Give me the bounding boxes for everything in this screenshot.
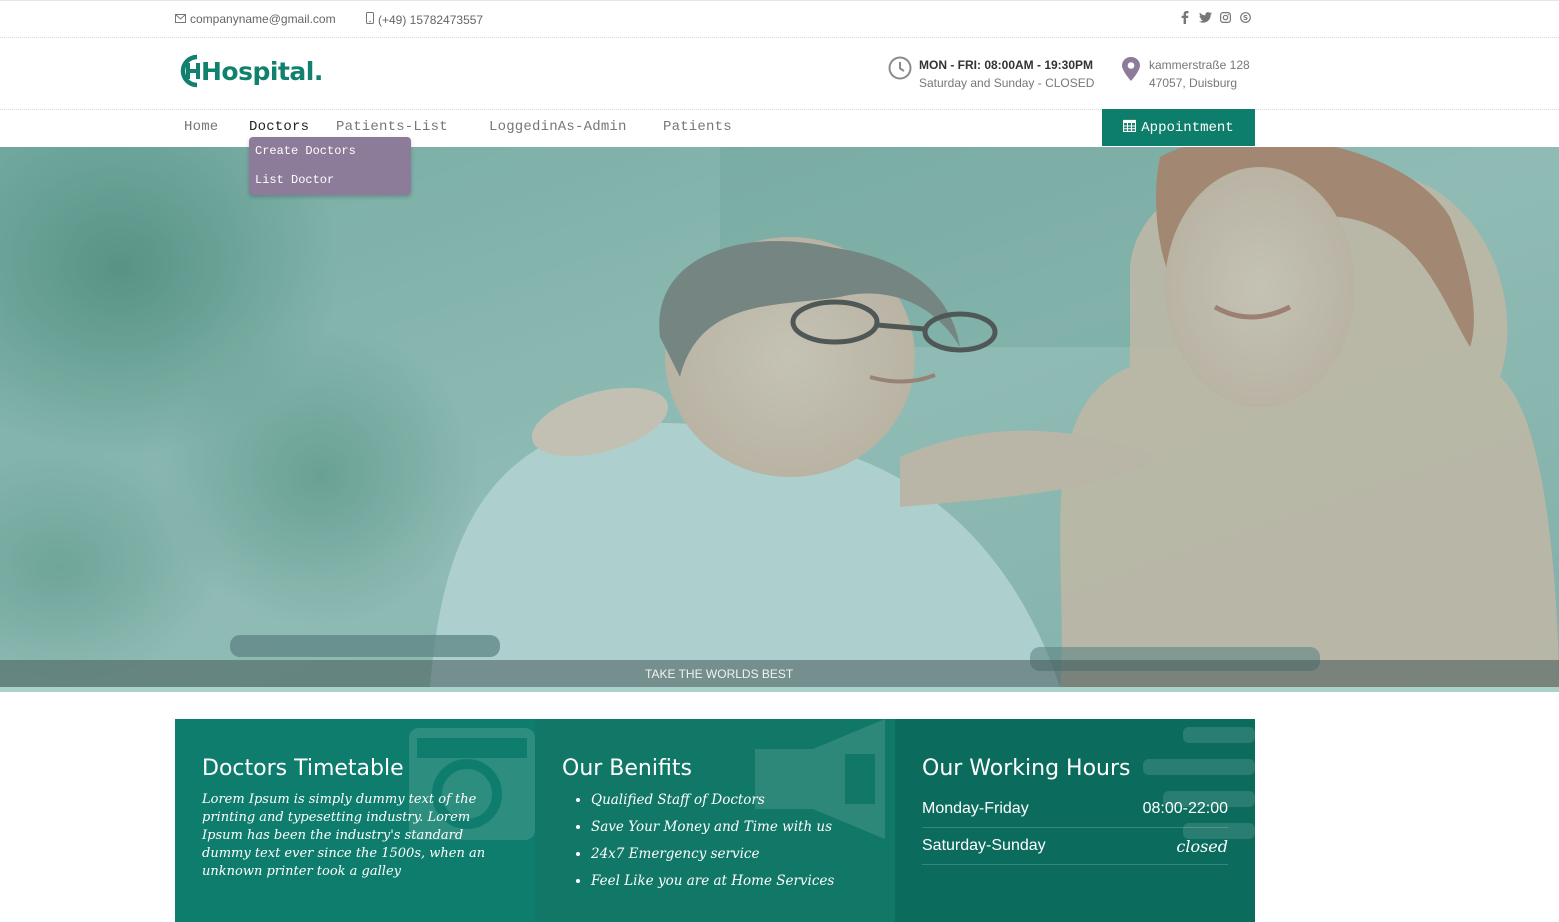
hero-divider (0, 687, 1559, 692)
opening-hours: MON - FRI: 08:00AM - 19:30PM Saturday an… (888, 56, 1094, 92)
benefit-item: 24x7 Emergency service (591, 846, 834, 873)
top-bar: companyname@gmail.com (+49) 15782473557 … (0, 0, 1559, 38)
hours-row: Saturday-Sunday closed (922, 828, 1228, 865)
nav-doctors[interactable]: Doctors (249, 119, 309, 135)
map-marker-icon (1121, 56, 1141, 87)
nav-loggedin-admin[interactable]: LoggedinAs-Admin (489, 119, 627, 135)
appointment-label: Appointment (1141, 119, 1234, 136)
hero-image (0, 147, 1559, 687)
address: kammerstraße 128 47057, Duisburg (1121, 56, 1250, 92)
phone-text: (+49) 15782473557 (378, 12, 484, 27)
address-street: kammerstraße 128 (1149, 58, 1250, 72)
logo-text: Hospital. (201, 56, 323, 86)
skype-icon[interactable]: S (1238, 10, 1252, 24)
appointment-button[interactable]: Appointment (1102, 109, 1255, 146)
benefits-panel: Our Benifits Qualified Staff of Doctors … (535, 719, 895, 922)
benefits-title: Our Benifits (562, 756, 692, 781)
benefit-item: Feel Like you are at Home Services (591, 873, 834, 900)
nav-home[interactable]: Home (184, 119, 218, 135)
hours-time: 08:00-22:00 (1142, 800, 1228, 817)
timetable-panel: Doctors Timetable Lorem Ipsum is simply … (175, 719, 535, 922)
hero-banner: TAKE THE WORLDS BEST (0, 147, 1559, 687)
timetable-title: Doctors Timetable (202, 756, 404, 781)
menu-item-create-doctors[interactable]: Create Doctors (255, 144, 356, 158)
clock-icon (888, 56, 912, 85)
address-city: 47057, Duisburg (1149, 76, 1238, 90)
contact-email[interactable]: companyname@gmail.com (175, 12, 336, 26)
working-hours-title: Our Working Hours (922, 756, 1131, 781)
main-nav: Home Doctors Patients-List LoggedinAs-Ad… (0, 109, 1559, 147)
hospital-logo[interactable]: Hospital. (175, 52, 323, 90)
timetable-text: Lorem Ipsum is simply dummy text of the … (202, 792, 486, 879)
benefit-item: Save Your Money and Time with us (591, 819, 834, 846)
menu-item-list-doctor[interactable]: List Doctor (255, 173, 334, 187)
hours-weekend: Saturday and Sunday - CLOSED (919, 76, 1095, 90)
hours-row: Monday-Friday 08:00-22:00 (922, 791, 1228, 828)
contact-phone[interactable]: (+49) 15782473557 (366, 12, 483, 27)
facebook-icon[interactable] (1178, 10, 1192, 24)
twitter-icon[interactable] (1198, 10, 1212, 24)
nav-patients-list[interactable]: Patients-List (336, 119, 448, 135)
hero-caption: TAKE THE WORLDS BEST (645, 667, 794, 681)
hours-day: Saturday-Sunday (922, 837, 1046, 854)
email-text: companyname@gmail.com (190, 12, 336, 26)
instagram-icon[interactable] (1218, 10, 1232, 24)
site-header: Hospital. MON - FRI: 08:00AM - 19:30PM S… (0, 38, 1559, 110)
hours-time: closed (1176, 836, 1228, 856)
calendar-icon (1123, 119, 1137, 137)
svg-text:S: S (1242, 14, 1247, 22)
hours-day: Monday-Friday (922, 800, 1029, 817)
working-hours-panel: Our Working Hours Monday-Friday 08:00-22… (895, 719, 1255, 922)
envelope-icon (175, 12, 186, 26)
feature-panels: Doctors Timetable Lorem Ipsum is simply … (175, 719, 1255, 922)
hero-caption-bar: TAKE THE WORLDS BEST (0, 660, 1559, 687)
benefit-item: Qualified Staff of Doctors (591, 792, 834, 819)
doctors-dropdown-menu: Create Doctors List Doctor (249, 137, 411, 195)
hours-weekday: MON - FRI: 08:00AM - 19:30PM (919, 58, 1094, 72)
social-links: S (1178, 10, 1252, 24)
mobile-phone-icon (366, 12, 374, 27)
nav-patients[interactable]: Patients (663, 119, 732, 135)
benefits-list: Qualified Staff of Doctors Save Your Mon… (591, 792, 834, 900)
